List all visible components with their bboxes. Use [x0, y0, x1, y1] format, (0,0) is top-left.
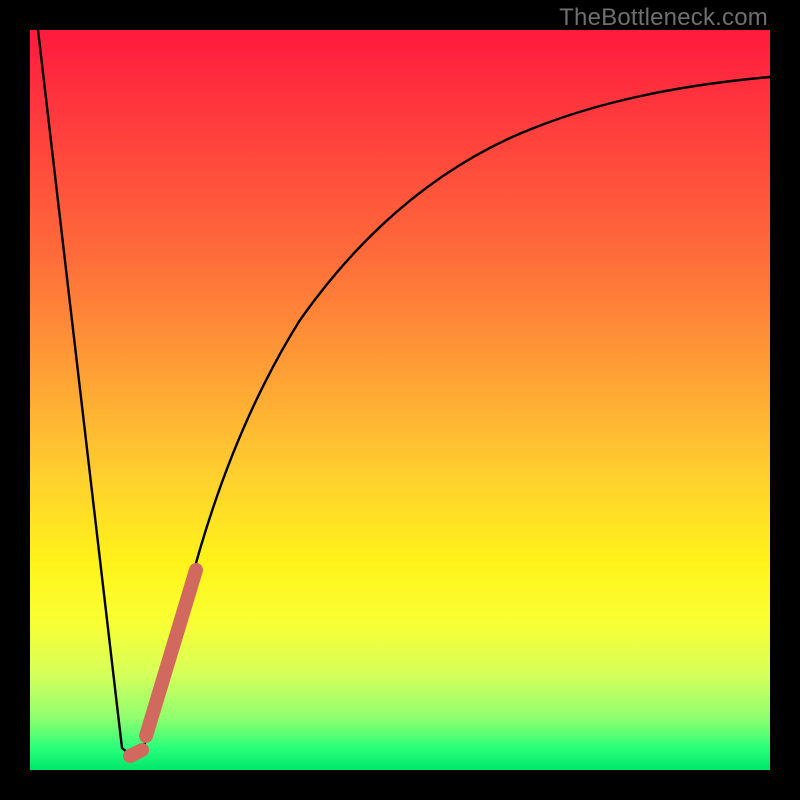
- chart-frame: TheBottleneck.com: [0, 0, 800, 800]
- curve-layer: [30, 30, 770, 770]
- plot-area: [30, 30, 770, 770]
- highlight-segment: [130, 570, 196, 756]
- bottleneck-curve: [38, 30, 770, 758]
- watermark-text: TheBottleneck.com: [559, 4, 768, 32]
